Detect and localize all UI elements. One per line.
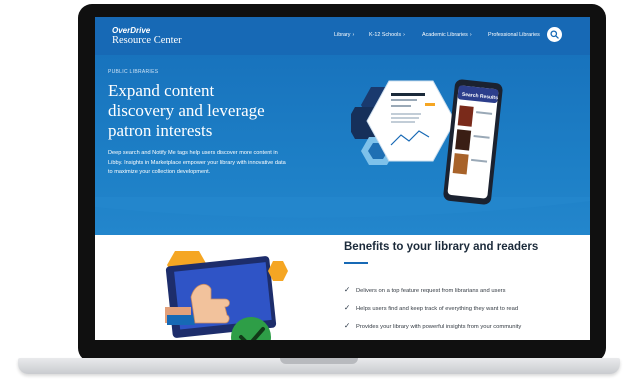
hero-illustration: Search Results: [351, 79, 503, 205]
benefit-item: ✓ Provides your library with powerful ins…: [344, 321, 521, 330]
card-text-line: [391, 121, 415, 123]
card-text-line: [391, 113, 421, 115]
benefit-text: Delivers on a top feature request from l…: [356, 288, 506, 294]
logo-overdrive[interactable]: OverDrive: [112, 26, 150, 35]
nav-item-professional-libraries[interactable]: Professional Libraries: [488, 32, 540, 38]
nav-item-label: Library: [334, 32, 351, 38]
nav-item-library[interactable]: Library ›: [334, 32, 354, 38]
hero-description-line: to maximize your collection development.: [108, 169, 211, 176]
search-button[interactable]: [547, 27, 562, 42]
book-cover: [452, 153, 469, 175]
nav-item-label: Professional Libraries: [488, 32, 540, 38]
check-icon: ✓: [344, 321, 351, 330]
book-cover: [457, 105, 474, 127]
hero-title-line: discovery and leverage: [108, 101, 265, 120]
nav-item-academic-libraries[interactable]: Academic Libraries ›: [422, 32, 472, 38]
hero-title: Expand content discovery and leverage pa…: [108, 81, 298, 141]
card-text-line: [391, 99, 417, 101]
top-nav: OverDrive Resource Center Library › K-12 …: [95, 17, 590, 55]
hero-description: Deep search and Notify Me tags help user…: [108, 149, 333, 178]
benefits-title: Benefits to your library and readers: [344, 241, 539, 253]
logo-resource-center[interactable]: Resource Center: [112, 35, 182, 46]
hero-description-line: Deep search and Notify Me tags help user…: [108, 150, 278, 156]
benefit-text: Helps users find and keep track of every…: [356, 306, 519, 312]
card-text-line: [391, 93, 425, 96]
laptop-notch: [280, 358, 358, 364]
chevron-right-icon: ›: [469, 32, 472, 38]
benefit-text: Provides your library with powerful insi…: [356, 324, 522, 330]
title-underline: [344, 262, 368, 264]
laptop-base: [18, 358, 620, 374]
hero-description-line: Libby. Insights in Marketplace empower y…: [108, 159, 286, 166]
benefits-illustration: [165, 251, 288, 340]
chevron-right-icon: ›: [352, 32, 355, 38]
card-badge: [425, 103, 435, 106]
card-text-line: [391, 105, 411, 107]
chevron-right-icon: ›: [403, 32, 405, 38]
hero-wave-shape: [95, 197, 590, 218]
hero-title-line: patron interests: [108, 121, 213, 140]
laptop-screen: OverDrive Resource Center Library › K-12 …: [95, 17, 590, 340]
nav-item-label: Academic Libraries: [422, 32, 468, 38]
benefit-item: ✓ Delivers on a top feature request from …: [344, 285, 506, 294]
nav-item-label: K-12 Schools: [369, 32, 402, 38]
check-icon: ✓: [344, 285, 351, 294]
check-icon: ✓: [344, 303, 351, 312]
nav-item-k12-schools[interactable]: K-12 Schools ›: [369, 32, 405, 38]
hero-eyebrow: PUBLIC LIBRARIES: [108, 69, 159, 75]
benefit-item: ✓ Helps users find and keep track of ever…: [344, 303, 518, 312]
search-icon: [550, 30, 559, 39]
sleeve-cuff: [167, 315, 195, 325]
hero-title-line: Expand content: [108, 81, 215, 100]
book-cover: [455, 129, 472, 151]
card-text-line: [391, 117, 419, 119]
